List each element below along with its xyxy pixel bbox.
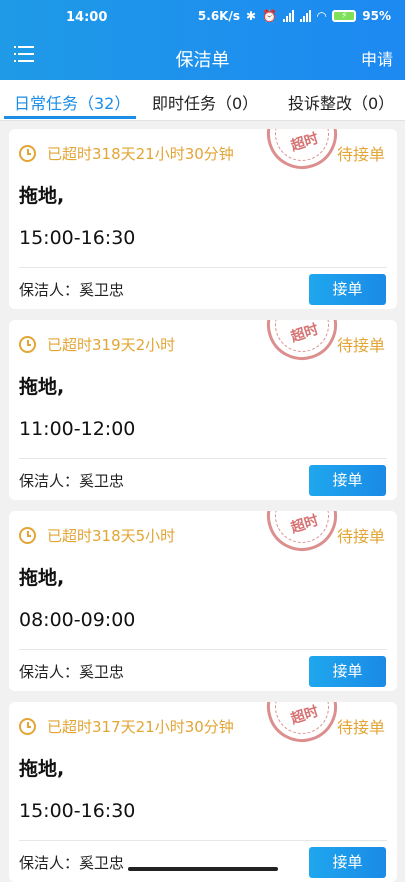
task-state: 待接单: [336, 336, 385, 355]
task-card[interactable]: 已超时317天21小时30分钟 超时 待接单 拖地, 15:00-16:30 保…: [9, 702, 397, 882]
wifi-icon: ◠: [317, 9, 327, 23]
task-name: 拖地,: [19, 567, 65, 589]
bluetooth-icon: ✱: [246, 9, 257, 23]
divider: [19, 840, 387, 841]
cleaner-name: 保洁人：奚卫忠: [19, 854, 125, 872]
stamp-text: 超时: [288, 512, 321, 537]
status-bar: 14:00 5.6K/s ✱ ⏰ ◠ ⚡ 95%: [0, 0, 405, 34]
stamp-text: 超时: [288, 130, 321, 155]
signal-icon: [300, 10, 312, 22]
clock-icon: [19, 145, 36, 162]
task-card[interactable]: 已超时318天5小时 超时 待接单 拖地, 08:00-09:00 保洁人：奚卫…: [9, 511, 397, 691]
overdue-text: 已超时319天2小时: [47, 336, 176, 354]
overdue-stamp: 超时: [257, 320, 347, 370]
stamp-text: 超时: [288, 321, 321, 346]
task-time-range: 15:00-16:30: [19, 227, 136, 249]
network-speed: 5.6K/s: [197, 9, 241, 23]
clock-icon: [19, 336, 36, 353]
battery-level: 95%: [362, 9, 391, 23]
task-card[interactable]: 已超时318天21小时30分钟 超时 待接单 拖地, 15:00-16:30 保…: [9, 129, 397, 309]
home-indicator: [128, 867, 278, 871]
overdue-status: 已超时318天21小时30分钟: [19, 143, 234, 164]
accept-button[interactable]: 接单: [309, 465, 386, 496]
overdue-text: 已超时318天21小时30分钟: [47, 145, 234, 163]
accept-button[interactable]: 接单: [309, 847, 386, 878]
accept-button[interactable]: 接单: [309, 274, 386, 305]
task-state: 待接单: [336, 527, 385, 546]
signal-icon: [283, 10, 295, 22]
task-card[interactable]: 已超时319天2小时 超时 待接单 拖地, 11:00-12:00 保洁人：奚卫…: [9, 320, 397, 500]
overdue-status: 已超时319天2小时: [19, 334, 175, 355]
clock-icon: [19, 527, 36, 544]
status-indicators: 5.6K/s ✱ ⏰ ◠ ⚡ 95%: [198, 9, 391, 23]
overdue-text: 已超时317天21小时30分钟: [47, 718, 234, 736]
clock-icon: [19, 718, 36, 735]
cleaner-name: 保洁人：奚卫忠: [19, 472, 125, 490]
task-name: 拖地,: [19, 185, 65, 207]
task-name: 拖地,: [19, 376, 65, 398]
task-state: 待接单: [336, 718, 385, 737]
tab-bar: 日常任务（32） 即时任务（0） 投诉整改（0）: [0, 80, 405, 121]
overdue-text: 已超时318天5小时: [47, 527, 176, 545]
battery-icon: ⚡: [332, 10, 357, 22]
divider: [19, 267, 387, 268]
accept-button[interactable]: 接单: [309, 656, 386, 687]
overdue-stamp: 超时: [257, 129, 347, 179]
overdue-status: 已超时318天5小时: [19, 525, 175, 546]
alarm-icon: ⏰: [262, 9, 278, 23]
cleaner-name: 保洁人：奚卫忠: [19, 663, 125, 681]
task-name: 拖地,: [19, 758, 65, 780]
task-time-range: 15:00-16:30: [19, 800, 136, 822]
overdue-stamp: 超时: [257, 702, 347, 752]
task-state: 待接单: [336, 145, 385, 164]
overdue-stamp: 超时: [257, 511, 347, 561]
overdue-status: 已超时317天21小时30分钟: [19, 716, 234, 737]
status-time: 14:00: [66, 10, 108, 25]
page-title: 保洁单: [175, 50, 230, 71]
tab-instant-tasks[interactable]: 即时任务（0）: [152, 90, 258, 114]
task-time-range: 08:00-09:00: [19, 609, 136, 631]
cleaner-name: 保洁人：奚卫忠: [19, 281, 125, 299]
active-tab-indicator: [4, 116, 136, 119]
tab-daily-tasks[interactable]: 日常任务（32）: [14, 90, 130, 114]
app-header: 14:00 5.6K/s ✱ ⏰ ◠ ⚡ 95% 保洁单 申请: [0, 0, 405, 80]
apply-button[interactable]: 申请: [361, 46, 393, 70]
divider: [19, 649, 387, 650]
divider: [19, 458, 387, 459]
tab-complaint-rectification[interactable]: 投诉整改（0）: [288, 90, 394, 114]
task-time-range: 11:00-12:00: [19, 418, 136, 440]
stamp-text: 超时: [288, 703, 321, 728]
